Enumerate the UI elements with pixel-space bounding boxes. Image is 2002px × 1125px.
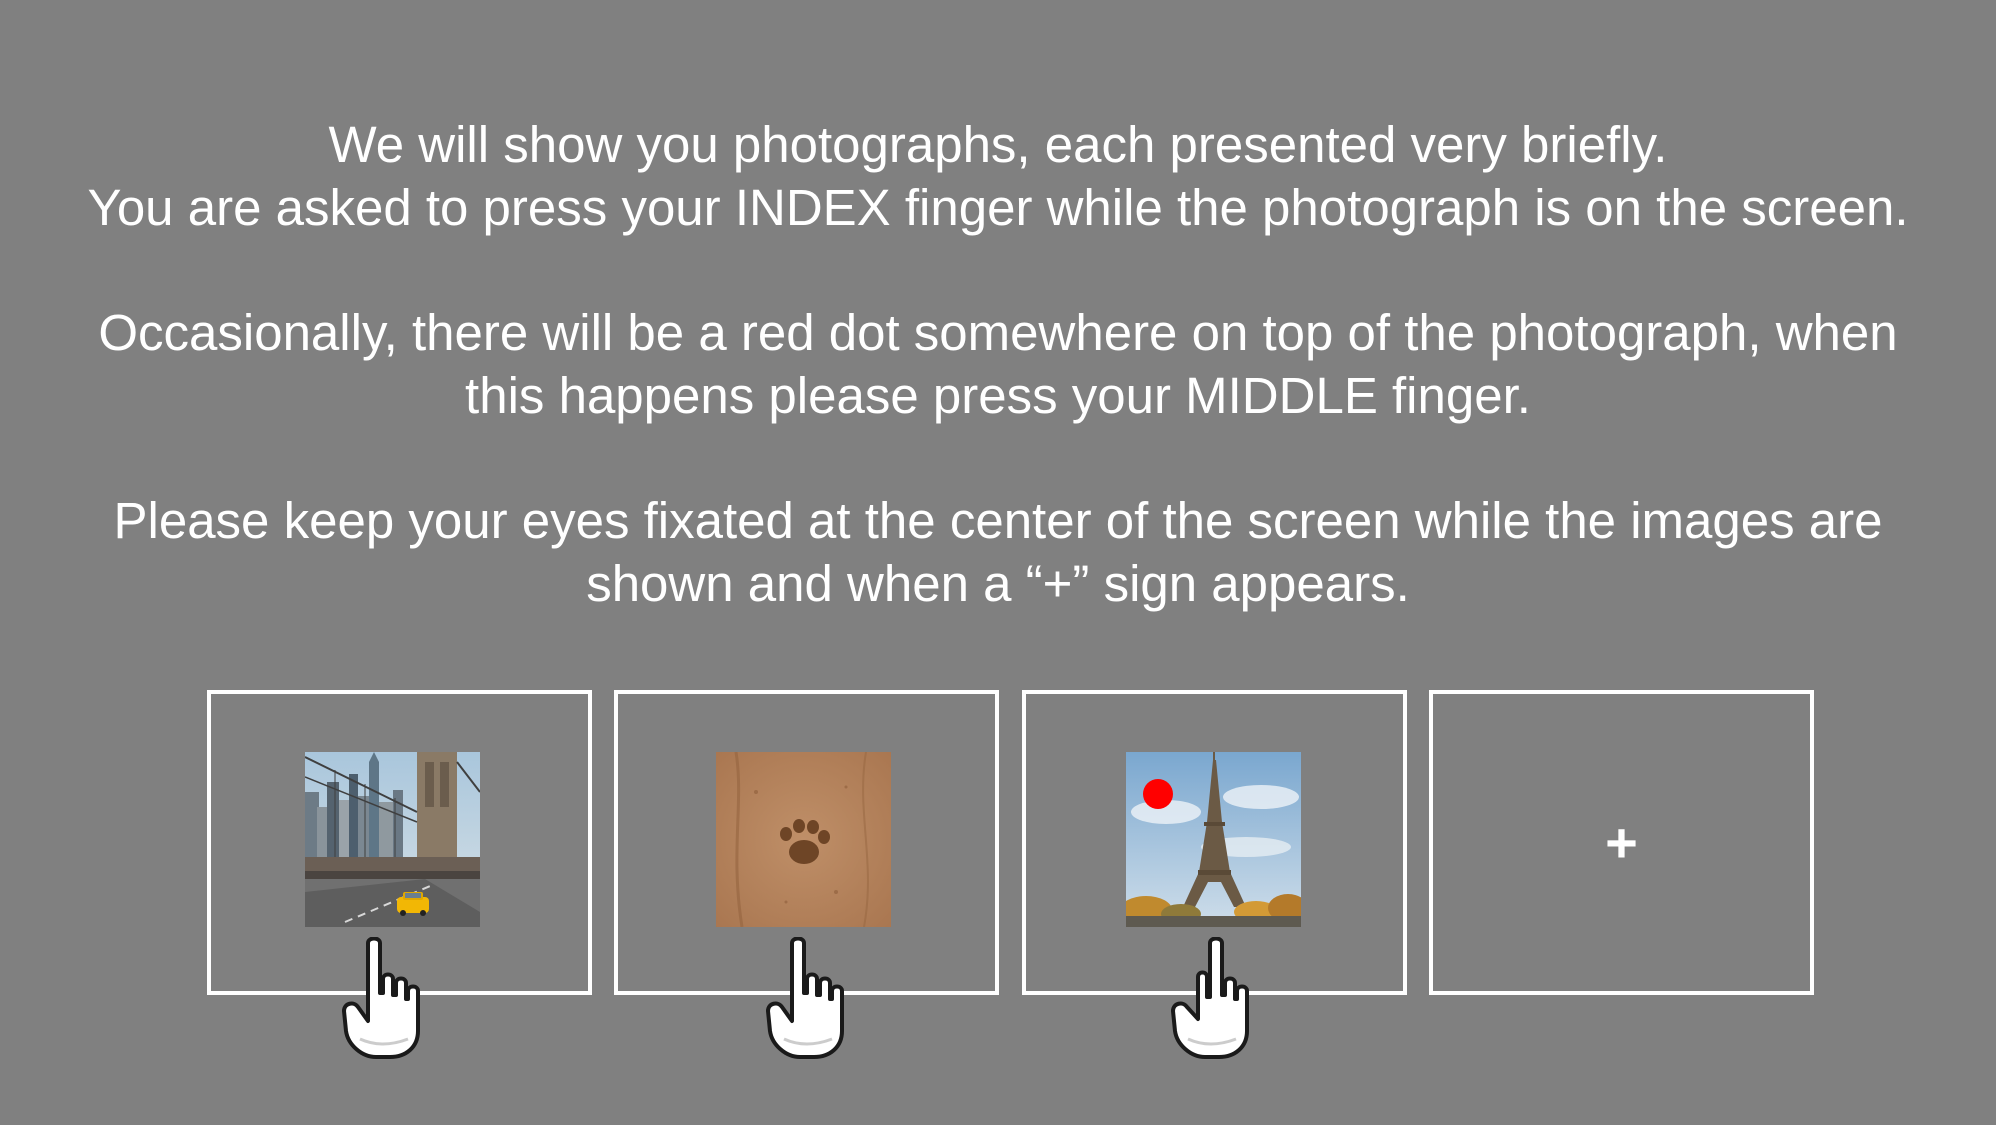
paw-print-photo [716,752,891,927]
city-bridge-photo [305,752,480,927]
hand-index-press-icon [342,937,420,1059]
instruction-paragraph-3: Please keep your eyes fixated at the cen… [0,489,1996,615]
instruction-line: shown and when a “+” sign appears. [586,555,1410,612]
hand-middle-press-icon [1171,937,1249,1059]
fixation-cross: + [1605,811,1638,874]
instruction-line: Occasionally, there will be a red dot so… [98,304,1898,361]
instruction-line: this happens please press your MIDDLE fi… [465,367,1531,424]
instruction-paragraph-2: Occasionally, there will be a red dot so… [0,301,1996,427]
instruction-line: You are asked to press your INDEX finger… [87,179,1909,236]
eiffel-tower-photo [1126,752,1301,927]
instruction-line: We will show you photographs, each prese… [328,116,1668,173]
red-dot [1143,779,1173,809]
hand-index-press-icon [766,937,844,1059]
right-edge-strip [1996,0,2002,1125]
instruction-line: Please keep your eyes fixated at the cen… [113,492,1883,549]
instruction-paragraph-1: We will show you photographs, each prese… [0,113,1996,239]
